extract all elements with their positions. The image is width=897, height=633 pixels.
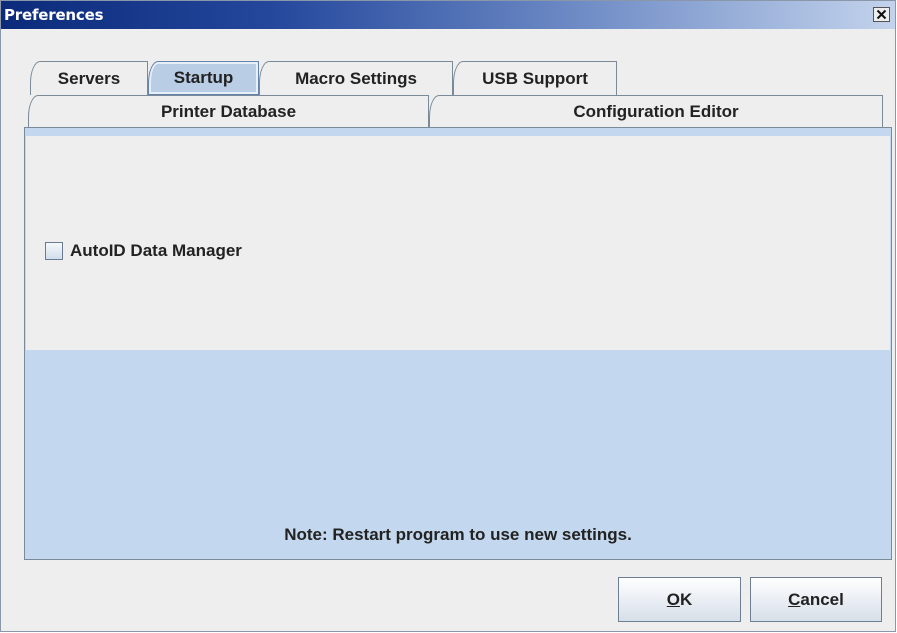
ok-label-rest: K [679, 589, 693, 609]
tab-servers[interactable]: Servers [30, 61, 148, 95]
tab-label: Printer Database [160, 102, 297, 121]
close-icon [876, 9, 887, 20]
title-bar[interactable]: Preferences [1, 1, 895, 29]
cancel-mnemonic: C [788, 589, 801, 609]
ok-button[interactable]: OK [618, 577, 741, 622]
tab-label: Macro Settings [295, 68, 417, 88]
autoid-data-manager-option[interactable]: AutoID Data Manager [45, 241, 242, 261]
tab-configuration-editor[interactable]: Configuration Editor [429, 95, 883, 128]
restart-note: Note: Restart program to use new setting… [284, 525, 632, 544]
tab-printer-database[interactable]: Printer Database [28, 95, 429, 128]
preferences-dialog: Preferences Servers Startup Macro Settin… [0, 0, 896, 632]
startup-options-area: AutoID Data Manager [26, 136, 890, 350]
tab-label: USB Support [482, 68, 588, 88]
cancel-label-rest: ancel [800, 589, 844, 609]
tab-content-panel: AutoID Data Manager Note: Restart progra… [24, 127, 892, 560]
close-button[interactable] [873, 7, 890, 22]
checkbox-label: AutoID Data Manager [70, 241, 242, 260]
tab-label: Servers [57, 68, 121, 88]
cancel-button[interactable]: Cancel [750, 577, 882, 622]
tab-label: Startup [173, 68, 234, 87]
tab-usb-support[interactable]: USB Support [453, 61, 617, 95]
tab-label: Configuration Editor [573, 102, 739, 121]
tab-startup[interactable]: Startup [148, 61, 259, 95]
ok-mnemonic: O [666, 589, 680, 609]
autoid-data-manager-checkbox[interactable] [45, 242, 63, 260]
window-title: Preferences [4, 6, 104, 24]
tab-macro-settings[interactable]: Macro Settings [259, 61, 453, 95]
